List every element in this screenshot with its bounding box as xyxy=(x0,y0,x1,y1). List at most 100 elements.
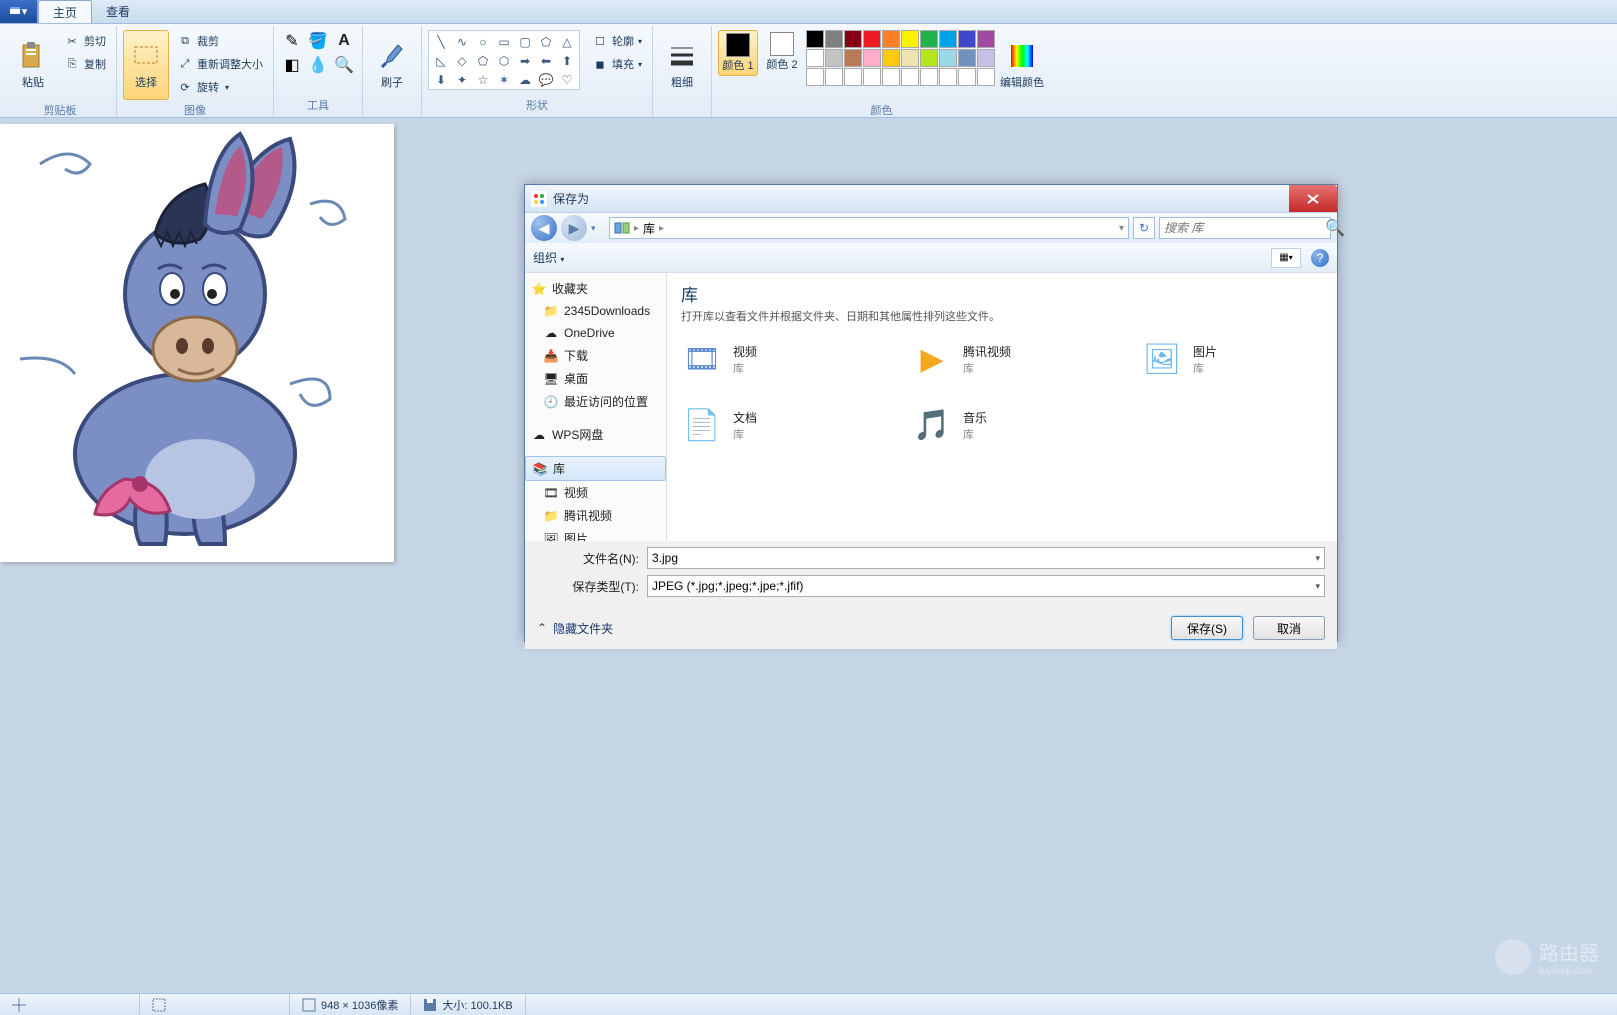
library-item[interactable]: 🎞视频库 xyxy=(681,338,851,380)
nav-forward-button[interactable]: ▶ xyxy=(561,215,587,241)
color-swatch[interactable] xyxy=(920,30,938,48)
color-swatch[interactable] xyxy=(863,49,881,67)
nav-item[interactable]: 🕘最近访问的位置 xyxy=(525,390,666,413)
dialog-titlebar[interactable]: 保存为 xyxy=(525,185,1337,213)
shape-star5-icon[interactable]: ☆ xyxy=(473,71,493,89)
shape-pentagon-icon[interactable]: ⬠ xyxy=(473,52,493,70)
shape-callout2-icon[interactable]: 💬 xyxy=(536,71,556,89)
color-swatch[interactable] xyxy=(882,30,900,48)
search-icon[interactable]: 🔍 xyxy=(1325,218,1345,238)
help-button[interactable]: ? xyxy=(1311,249,1329,267)
chevron-down-icon[interactable]: ▾ xyxy=(1315,553,1320,564)
library-item[interactable]: 📄文档库 xyxy=(681,404,851,446)
pencil-tool-icon[interactable]: ✎ xyxy=(280,30,304,52)
nav-history-button[interactable]: ▾ xyxy=(591,223,605,234)
shape-heart-icon[interactable]: ♡ xyxy=(557,71,577,89)
copy-button[interactable]: ⎘复制 xyxy=(60,53,110,75)
color-swatch[interactable] xyxy=(806,30,824,48)
search-box[interactable]: 🔍 xyxy=(1159,217,1331,239)
hide-folders-button[interactable]: ⌃隐藏文件夹 xyxy=(537,620,613,637)
shape-polygon-icon[interactable]: ⬠ xyxy=(536,33,556,51)
color-swatch[interactable] xyxy=(844,68,862,86)
color1-button[interactable]: 颜色 1 xyxy=(718,30,758,76)
navigation-pane[interactable]: ⭐收藏夹 📁2345Downloads ☁OneDrive 📥下载 🖥桌面 🕘最… xyxy=(525,273,667,541)
brushes-button[interactable]: 刷子 xyxy=(369,30,415,100)
refresh-button[interactable]: ↻ xyxy=(1133,217,1155,239)
shape-arrowu-icon[interactable]: ⬆ xyxy=(557,52,577,70)
shape-curve-icon[interactable]: ∿ xyxy=(452,33,472,51)
nav-item[interactable]: 🎞视频 xyxy=(525,481,666,504)
shape-fill-button[interactable]: ◼填充▾ xyxy=(588,53,646,75)
shape-rect-icon[interactable]: ▭ xyxy=(494,33,514,51)
color-swatch[interactable] xyxy=(939,30,957,48)
color-swatch[interactable] xyxy=(806,49,824,67)
color-swatch[interactable] xyxy=(825,30,843,48)
color-swatch[interactable] xyxy=(939,68,957,86)
color-swatch[interactable] xyxy=(958,49,976,67)
paste-button[interactable]: 粘贴 xyxy=(10,30,56,100)
shape-rtriangle-icon[interactable]: ◺ xyxy=(431,52,451,70)
canvas[interactable] xyxy=(0,124,394,562)
shape-roundrect-icon[interactable]: ▢ xyxy=(515,33,535,51)
nav-item[interactable]: 📥下载 xyxy=(525,344,666,367)
nav-item[interactable]: 🖥桌面 xyxy=(525,367,666,390)
shape-oval-icon[interactable]: ○ xyxy=(473,33,493,51)
color-swatch[interactable] xyxy=(901,68,919,86)
nav-item[interactable]: 📁2345Downloads xyxy=(525,300,666,322)
color-swatch[interactable] xyxy=(882,68,900,86)
color-swatch[interactable] xyxy=(939,49,957,67)
eyedropper-tool-icon[interactable]: 💧 xyxy=(306,54,330,76)
color2-button[interactable]: 颜色 2 xyxy=(762,30,802,74)
chevron-down-icon[interactable]: ▾ xyxy=(1315,581,1320,592)
library-item[interactable]: ▶腾讯视频库 xyxy=(911,338,1081,380)
shape-callout-icon[interactable]: ☁ xyxy=(515,71,535,89)
tab-home[interactable]: 主页 xyxy=(38,0,92,23)
shape-arrowr-icon[interactable]: ➡ xyxy=(515,52,535,70)
save-button[interactable]: 保存(S) xyxy=(1171,616,1243,640)
nav-item[interactable]: 🖼图片 xyxy=(525,527,666,541)
color-swatch[interactable] xyxy=(901,30,919,48)
library-item[interactable]: 🎵音乐库 xyxy=(911,404,1081,446)
crop-button[interactable]: ⧉裁剪 xyxy=(173,30,267,52)
view-mode-button[interactable]: ▦ ▾ xyxy=(1271,248,1301,268)
breadcrumb-dropdown[interactable]: ▾ xyxy=(1119,223,1124,234)
color-swatch[interactable] xyxy=(863,68,881,86)
magnifier-tool-icon[interactable]: 🔍 xyxy=(332,54,356,76)
color-swatch[interactable] xyxy=(920,68,938,86)
size-button[interactable]: 粗细 xyxy=(659,30,705,100)
color-swatch[interactable] xyxy=(977,30,995,48)
color-swatch[interactable] xyxy=(977,49,995,67)
color-swatch[interactable] xyxy=(806,68,824,86)
color-swatch[interactable] xyxy=(958,68,976,86)
resize-button[interactable]: ⤢重新调整大小 xyxy=(173,53,267,75)
nav-wps[interactable]: ☁WPS网盘 xyxy=(525,423,666,446)
filetype-select[interactable]: JPEG (*.jpg;*.jpeg;*.jpe;*.jfif)▾ xyxy=(647,575,1325,597)
nav-libraries[interactable]: 📚库 xyxy=(525,456,666,481)
tab-view[interactable]: 查看 xyxy=(92,0,144,23)
nav-item[interactable]: 📁腾讯视频 xyxy=(525,504,666,527)
search-input[interactable] xyxy=(1160,221,1325,235)
color-swatch[interactable] xyxy=(958,30,976,48)
address-breadcrumb[interactable]: ▸ 库 ▸ ▾ xyxy=(609,217,1129,239)
shape-star4-icon[interactable]: ✦ xyxy=(452,71,472,89)
eraser-tool-icon[interactable]: ◧ xyxy=(280,54,304,76)
cut-button[interactable]: ✂剪切 xyxy=(60,30,110,52)
color-swatch[interactable] xyxy=(901,49,919,67)
shape-outline-button[interactable]: ☐轮廓▾ xyxy=(588,30,646,52)
edit-colors-button[interactable]: 编辑颜色 xyxy=(999,30,1045,100)
nav-favorites[interactable]: ⭐收藏夹 xyxy=(525,277,666,300)
organize-button[interactable]: 组织 ▾ xyxy=(533,249,564,266)
shape-line-icon[interactable]: ╲ xyxy=(431,33,451,51)
file-menu-tab[interactable]: ▾ xyxy=(0,0,38,23)
bucket-tool-icon[interactable]: 🪣 xyxy=(306,30,330,52)
color-swatch[interactable] xyxy=(844,49,862,67)
nav-item[interactable]: ☁OneDrive xyxy=(525,322,666,344)
color-swatch[interactable] xyxy=(844,30,862,48)
cancel-button[interactable]: 取消 xyxy=(1253,616,1325,640)
shape-diamond-icon[interactable]: ◇ xyxy=(452,52,472,70)
color-swatch[interactable] xyxy=(882,49,900,67)
dialog-close-button[interactable] xyxy=(1289,185,1337,212)
shapes-gallery[interactable]: ╲∿○▭▢⬠△ ◺◇⬠⬡➡⬅⬆ ⬇✦☆✶☁💬♡ xyxy=(428,30,580,90)
shape-arrowd-icon[interactable]: ⬇ xyxy=(431,71,451,89)
shape-hexagon-icon[interactable]: ⬡ xyxy=(494,52,514,70)
